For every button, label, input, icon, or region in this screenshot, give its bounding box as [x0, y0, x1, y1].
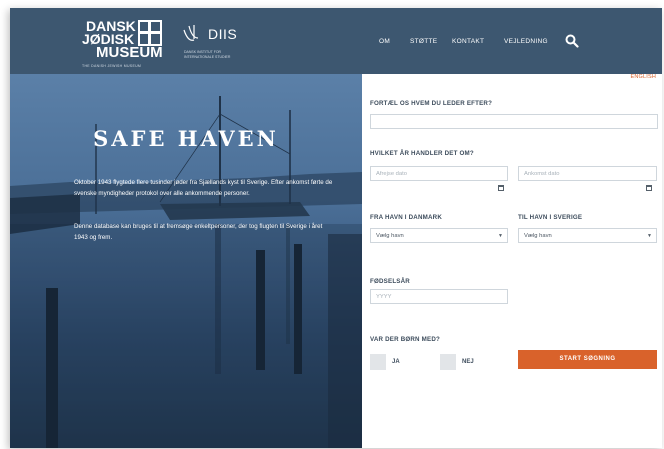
from-port-label: FRA HAVN I DANMARK [370, 214, 442, 221]
from-port-value: Vælg havn [376, 233, 404, 239]
nav-vejledning[interactable]: VEJLEDNING [504, 38, 548, 45]
nav-om[interactable]: OM [379, 38, 390, 45]
chevron-down-icon: ▼ [498, 233, 503, 239]
name-input[interactable] [370, 114, 658, 129]
no-checkbox[interactable] [440, 354, 456, 370]
diis-subtitle: DANSK INSTITUT FOR INTERNATIONALE STUDIE… [184, 50, 231, 59]
yes-checkbox[interactable] [370, 354, 386, 370]
hero-paragraph-2: Denne database kan bruges til at fremsøg… [74, 223, 323, 241]
hero-title: SAFE HAVEN [93, 126, 279, 151]
from-port-select[interactable]: Vælg havn ▼ [370, 228, 508, 243]
diis-name: DIIS [208, 26, 238, 42]
children-label: VAR DER BØRN MED? [370, 336, 440, 343]
year-label: HVILKET ÅR HANDLER DET OM? [370, 150, 474, 157]
nav-stotte[interactable]: STØTTE [410, 38, 437, 45]
chevron-down-icon: ▼ [647, 233, 652, 239]
site-header: DANSK JØDISK MUSEUM THE DANISH JEWISH MU… [10, 8, 662, 74]
nav-kontakt[interactable]: KONTAKT [452, 38, 484, 45]
departure-date-input[interactable]: Afrejse dato [370, 166, 508, 181]
diis-logo[interactable]: DIIS DANSK INSTITUT FOR INTERNATIONALE S… [182, 22, 252, 70]
diis-mark-icon [183, 25, 199, 41]
calendar-icon[interactable] [646, 185, 652, 191]
arrival-date-input[interactable]: Ankomst dato [518, 166, 657, 181]
to-port-value: Vælg havn [524, 233, 552, 239]
calendar-icon[interactable] [498, 185, 504, 191]
logo-emblem-icon [138, 20, 162, 46]
birth-year-input[interactable]: YYYY [370, 289, 508, 304]
logo-line-3: MUSEUM [96, 44, 163, 61]
search-icon[interactable] [565, 34, 579, 48]
start-search-button[interactable]: START SØGNING [518, 350, 657, 369]
logo-tagline: THE DANISH JEWISH MUSEUM [82, 64, 142, 68]
search-form: ENGLISH FORTÆL OS HVEM DU LEDER EFTER? H… [362, 74, 662, 448]
yes-label: JA [392, 359, 400, 365]
to-port-label: TIL HAVN I SVERIGE [518, 214, 583, 221]
no-label: NEJ [462, 359, 474, 365]
danish-jewish-museum-logo[interactable]: DANSK JØDISK MUSEUM THE DANISH JEWISH MU… [78, 19, 170, 70]
language-link[interactable]: ENGLISH [630, 74, 656, 80]
who-label: FORTÆL OS HVEM DU LEDER EFTER? [370, 100, 493, 107]
to-port-select[interactable]: Vælg havn ▼ [518, 228, 657, 243]
hero-panel: SAFE HAVEN Oktober 1943 flygtede flere t… [10, 74, 362, 448]
hero-paragraph-1: Oktober 1943 flygtede flere tusinder jød… [74, 179, 333, 197]
birth-year-label: FØDSELSÅR [370, 278, 410, 285]
